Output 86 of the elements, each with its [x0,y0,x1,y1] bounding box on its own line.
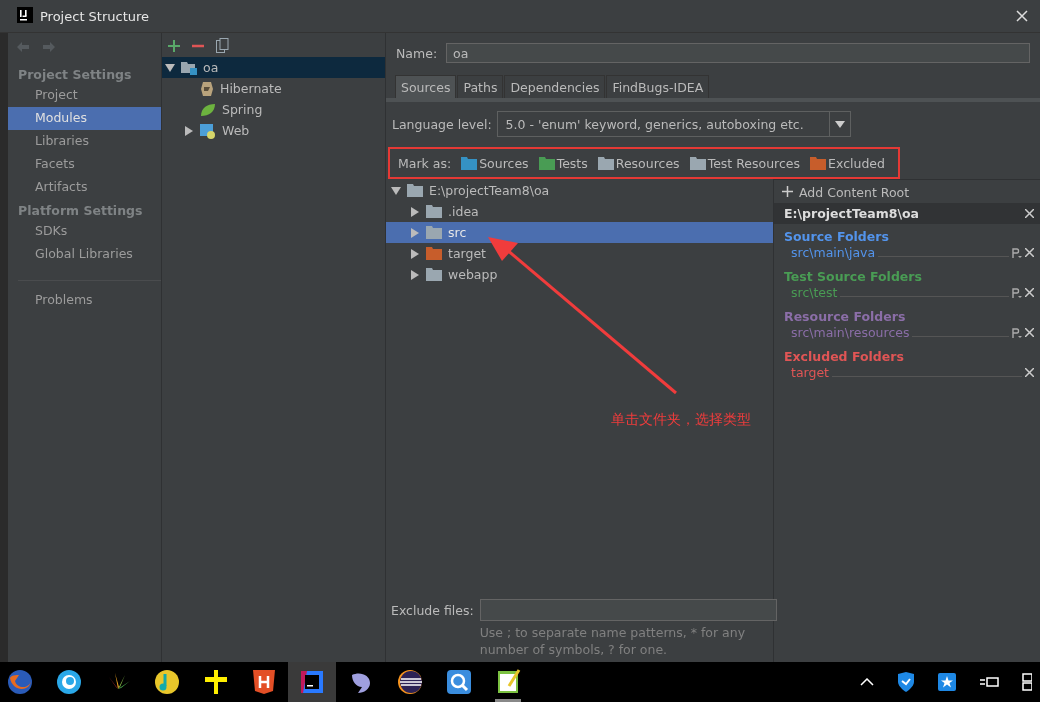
folder-tree-item[interactable]: src [386,222,773,243]
tab[interactable]: FindBugs-IDEA [606,75,710,98]
web-module-icon [200,122,216,139]
music-note-icon[interactable] [154,669,180,695]
remove-icon[interactable] [192,43,204,48]
fox-browser-icon[interactable] [7,669,33,695]
language-level-dropdown[interactable]: 5.0 - 'enum' keyword, generics, autoboxing etc. [496,111,851,137]
expand-arrow-icon[interactable] [410,269,420,280]
section-header: Platform Settings [17,202,144,220]
expand-arrow-icon[interactable] [410,248,420,259]
add-icon[interactable] [168,39,180,52]
content-root-path: E:\projectTeam8\oa [784,206,920,221]
exclude-files-field[interactable] [479,599,777,621]
remove-icon[interactable] [1025,328,1034,337]
folder-tree-item[interactable]: E:\projectTeam8\oa [386,180,773,201]
tab[interactable]: Dependencies [504,75,606,98]
module-tree-item[interactable]: Web [162,120,385,141]
expand-arrow-icon[interactable] [165,62,175,73]
folder-group-title: Test Source Folders [784,269,923,284]
nav-item[interactable]: Facets [8,153,161,176]
nav-item[interactable]: Libraries [8,130,161,153]
folder-path: src\test [791,285,838,300]
search-app-icon[interactable] [446,669,472,695]
window-title: Project Structure [40,8,150,24]
module-tree-item[interactable]: Spring [162,99,385,120]
section-header: Project Settings [17,66,133,84]
mark-as-button[interactable]: Test Resources [689,155,801,171]
ruler-cross-icon[interactable] [203,669,229,695]
folder-tree-item[interactable]: target [386,243,773,264]
eclipse-icon[interactable] [397,669,423,695]
plus-icon [782,186,793,197]
chevron-up-icon[interactable] [860,678,874,686]
tab[interactable]: Sources [395,75,457,98]
leaf-icon [200,102,216,117]
nav-item[interactable]: SDKs [8,220,161,243]
exclude-files-label: Exclude files: [391,602,474,620]
expand-arrow-icon[interactable] [391,185,401,196]
mark-as-button[interactable]: Excluded [810,155,885,171]
folder-path: src\main\resources [791,325,910,340]
remove-icon[interactable] [1025,288,1034,297]
mark-as-button[interactable]: Resources [597,155,680,171]
mark-as-button[interactable]: Tests [538,155,588,171]
shield-icon[interactable] [897,672,915,692]
copy-icon[interactable] [216,38,229,53]
nav-item[interactable]: Modules [8,107,161,130]
dropdown-arrow-icon[interactable] [834,120,845,128]
module-folder-icon [181,60,197,75]
expand-arrow-icon[interactable] [410,206,420,217]
folder-icon [407,184,423,197]
package-prefix-icon[interactable] [1012,327,1022,338]
notepad-icon[interactable] [495,667,521,694]
close-icon[interactable] [1016,10,1028,22]
nav-item[interactable]: Global Libraries [8,243,161,266]
add-content-root-button[interactable]: Add Content Root [774,180,1040,203]
swirl-icon[interactable] [56,669,82,695]
close-icon[interactable] [1025,209,1034,218]
folder-path: src\main\java [791,245,876,260]
nav-item[interactable]: Project [8,84,161,107]
app-logo-icon [17,6,33,26]
folder-path: target [791,365,829,380]
module-tree-item[interactable]: Hibernate [162,78,385,99]
hibernate-icon [200,80,214,97]
remove-icon[interactable] [1025,368,1034,377]
folder-tree-item[interactable]: .idea [386,201,773,222]
mark-as-label: Mark as: [398,155,452,171]
annotation-text: 单击文件夹，选择类型 [611,411,751,429]
html-shield-icon[interactable] [252,669,276,695]
nav-item[interactable]: Artifacts [8,176,161,199]
ide-icon[interactable] [299,669,325,695]
name-label: Name: [396,45,438,61]
tab[interactable]: Paths [457,75,504,98]
mark-as-button[interactable]: Sources [461,155,529,171]
remove-icon[interactable] [1025,248,1034,257]
expand-arrow-icon[interactable] [184,125,194,136]
folder-group-title: Resource Folders [784,309,907,324]
folder-tree-item[interactable]: webapp [386,264,773,285]
folder-group-title: Excluded Folders [784,349,905,364]
nav-item[interactable]: Problems [8,289,161,312]
hint-text: Use ; to separate name patterns, * for any number of symbols, ? for one. [479,624,747,658]
name-field[interactable]: oa [446,43,1030,63]
package-prefix-icon[interactable] [1012,247,1022,258]
star-app-icon[interactable] [938,673,956,691]
folder-group-title: Source Folders [784,229,890,244]
module-tree-item[interactable]: oa [162,57,385,78]
package-prefix-icon[interactable] [1012,287,1022,298]
language-level-label: Language level: [392,116,492,132]
